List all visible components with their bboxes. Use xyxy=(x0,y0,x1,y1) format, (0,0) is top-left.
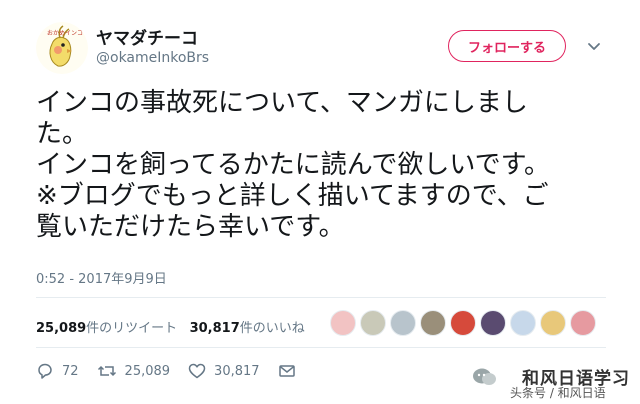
follow-button[interactable]: フォローする xyxy=(448,30,566,62)
tweet-timestamp[interactable]: 0:52 - 2017年9月9日 xyxy=(36,268,167,287)
retweet-stat-count: 25,089 xyxy=(36,321,87,336)
tweet-stats: 25,089件のリツイート 30,817件のいいね xyxy=(36,317,305,336)
divider xyxy=(36,347,606,348)
tweet-text-line: 覧いただけたら幸いです。 xyxy=(36,212,345,242)
liker-avatar[interactable] xyxy=(510,310,536,336)
retweet-count: 25,089 xyxy=(124,363,171,379)
like-stat[interactable]: 30,817件のいいね xyxy=(190,321,305,336)
display-name[interactable]: ヤマダチーコ xyxy=(96,24,198,49)
liker-avatar[interactable] xyxy=(420,310,446,336)
chevron-down-icon[interactable] xyxy=(586,38,602,54)
tweet-text-line: ※ブログでもっと詳しく描いてますので、ご xyxy=(36,181,549,211)
retweet-stat[interactable]: 25,089件のリツイート xyxy=(36,321,177,336)
retweet-icon xyxy=(97,365,116,377)
divider xyxy=(36,297,606,298)
like-button[interactable]: 30,817 xyxy=(188,362,260,380)
liker-avatar[interactable] xyxy=(570,310,596,336)
like-stat-count: 30,817 xyxy=(189,321,240,336)
liker-avatar[interactable] xyxy=(480,310,506,336)
reply-icon xyxy=(38,363,52,379)
dm-button[interactable] xyxy=(278,362,304,380)
tweet-card: おかめインコ ヤマダチーコ @okameInkoBrs フォローする インコの事… xyxy=(0,0,640,404)
tweet-text: インコの事故死について、マンガにしまし た。 インコを飼ってるかたに読んで欲しい… xyxy=(36,88,616,243)
watermark-subtitle: 头条号 / 和风日语 xyxy=(510,386,606,400)
heart-icon xyxy=(188,363,206,379)
user-handle[interactable]: @okameInkoBrs xyxy=(96,50,209,66)
liker-avatar[interactable] xyxy=(330,310,356,336)
reply-count: 72 xyxy=(62,363,79,379)
liker-avatar[interactable] xyxy=(540,310,566,336)
envelope-icon xyxy=(278,365,295,377)
cockatiel-avatar-icon: おかめインコ xyxy=(36,22,88,74)
reply-button[interactable]: 72 xyxy=(36,362,79,380)
tweet-text-line: インコの事故死について、マンガにしまし xyxy=(36,88,528,118)
watermark: 和风日语学习 头条号 / 和风日语 xyxy=(466,362,636,402)
liker-avatar[interactable] xyxy=(390,310,416,336)
tweet-text-line: た。 xyxy=(36,119,89,149)
user-avatar[interactable]: おかめインコ xyxy=(36,22,88,74)
retweet-button[interactable]: 25,089 xyxy=(97,362,171,380)
avatar-text: おかめインコ xyxy=(47,30,83,37)
retweet-stat-label: 件のリツイート xyxy=(86,321,178,336)
tweet-text-line: インコを飼ってるかたに読んで欲しいです。 xyxy=(36,150,551,180)
liker-avatar[interactable] xyxy=(450,310,476,336)
liker-avatars xyxy=(330,310,600,336)
chat-bubble-logo-icon xyxy=(473,368,496,385)
tweet-actions: 72 25,089 30,817 xyxy=(36,362,322,380)
liker-avatar[interactable] xyxy=(360,310,386,336)
like-stat-label: 件のいいね xyxy=(239,321,305,336)
like-count: 30,817 xyxy=(214,363,260,379)
